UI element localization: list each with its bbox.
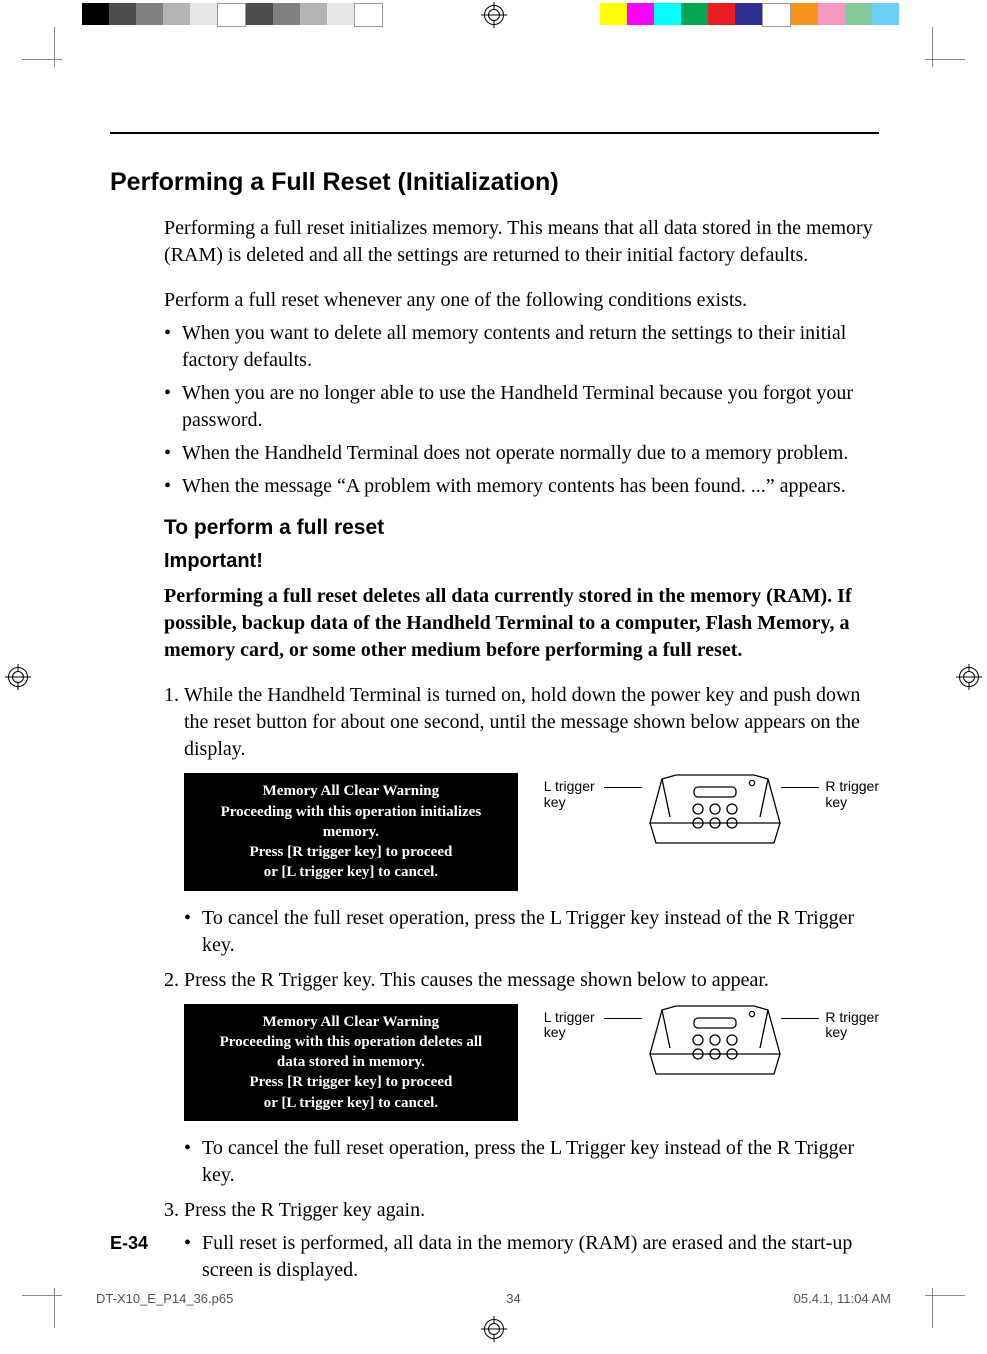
important-body: Performing a full reset deletes all data… xyxy=(164,583,879,664)
screen-message-box: Memory All Clear Warning Proceeding with… xyxy=(184,1004,518,1121)
page-number: E-34 xyxy=(110,1233,148,1254)
color-swatches-left xyxy=(82,3,383,25)
list-item: To cancel the full reset operation, pres… xyxy=(184,905,879,959)
registration-mark-icon xyxy=(956,664,982,690)
list-item: When you want to delete all memory conte… xyxy=(164,320,879,374)
list-item: Full reset is performed, all data in the… xyxy=(184,1230,879,1284)
step-number: 3. xyxy=(164,1197,179,1224)
footer-sheet-number: 34 xyxy=(233,1291,793,1306)
step-text: While the Handheld Terminal is turned on… xyxy=(184,684,860,760)
step-text: Press the R Trigger key again. xyxy=(184,1199,425,1221)
section-heading: To perform a full reset xyxy=(164,514,879,542)
step-number: 2. xyxy=(164,967,179,994)
step-number: 1. xyxy=(164,682,179,709)
step-text: Press the R Trigger key. This causes the… xyxy=(184,969,769,991)
list-item: When you are no longer able to use the H… xyxy=(164,380,879,434)
step-item: 2. Press the R Trigger key. This causes … xyxy=(164,967,879,1189)
device-top-icon xyxy=(642,1004,788,1076)
header-rule xyxy=(110,132,879,134)
msg-line: Memory All Clear Warning xyxy=(198,781,504,801)
device-top-icon xyxy=(642,773,788,845)
registration-mark-icon xyxy=(5,664,31,690)
crop-mark-icon xyxy=(893,1256,953,1316)
registration-mark-icon xyxy=(481,1316,507,1342)
crop-mark-icon xyxy=(34,1256,94,1316)
screen-message-box: Memory All Clear Warning Proceeding with… xyxy=(184,773,518,890)
leader-line xyxy=(604,1018,642,1019)
conditions-lead: Perform a full reset whenever any one of… xyxy=(164,287,879,314)
list-item: When the Handheld Terminal does not oper… xyxy=(164,440,879,467)
msg-line: Proceeding with this operation initializ… xyxy=(198,802,504,843)
r-trigger-label: R trigger key xyxy=(825,779,879,810)
msg-line: data stored in memory. xyxy=(198,1052,504,1072)
leader-line xyxy=(781,787,819,788)
intro-text: Performing a full reset initializes memo… xyxy=(164,215,879,269)
step-item: 1. While the Handheld Terminal is turned… xyxy=(164,682,879,958)
r-trigger-label: R trigger key xyxy=(825,1010,879,1041)
msg-line: Proceeding with this operation deletes a… xyxy=(198,1032,504,1052)
msg-line: Press [R trigger key] to proceed xyxy=(198,1072,504,1092)
conditions-list: When you want to delete all memory conte… xyxy=(164,320,879,500)
list-item: To cancel the full reset operation, pres… xyxy=(184,1135,879,1189)
l-trigger-label: L trigger key xyxy=(544,1010,595,1041)
color-swatches-right xyxy=(600,3,899,25)
l-trigger-label: L trigger key xyxy=(544,779,595,810)
footer-timestamp: 05.4.1, 11:04 AM xyxy=(794,1291,891,1306)
device-figure: L trigger key xyxy=(544,1004,879,1080)
list-item: When the message “A problem with memory … xyxy=(164,473,879,500)
leader-line xyxy=(781,1018,819,1019)
msg-line: or [L trigger key] to cancel. xyxy=(198,862,504,882)
footer-filename: DT-X10_E_P14_36.p65 xyxy=(96,1291,233,1306)
crop-mark-icon xyxy=(893,39,953,99)
step-item: 3. Press the R Trigger key again. Full r… xyxy=(164,1197,879,1284)
leader-line xyxy=(604,787,642,788)
page-content: Performing a Full Reset (Initialization)… xyxy=(110,132,879,1264)
print-footer: DT-X10_E_P14_36.p65 34 05.4.1, 11:04 AM xyxy=(96,1291,891,1306)
msg-line: Memory All Clear Warning xyxy=(198,1012,504,1032)
registration-mark-icon xyxy=(481,2,507,28)
msg-line: or [L trigger key] to cancel. xyxy=(198,1093,504,1113)
crop-mark-icon xyxy=(34,39,94,99)
important-heading: Important! xyxy=(164,548,879,575)
msg-line: Press [R trigger key] to proceed xyxy=(198,842,504,862)
device-figure: L trigger key xyxy=(544,773,879,849)
page-title: Performing a Full Reset (Initialization) xyxy=(110,168,879,197)
